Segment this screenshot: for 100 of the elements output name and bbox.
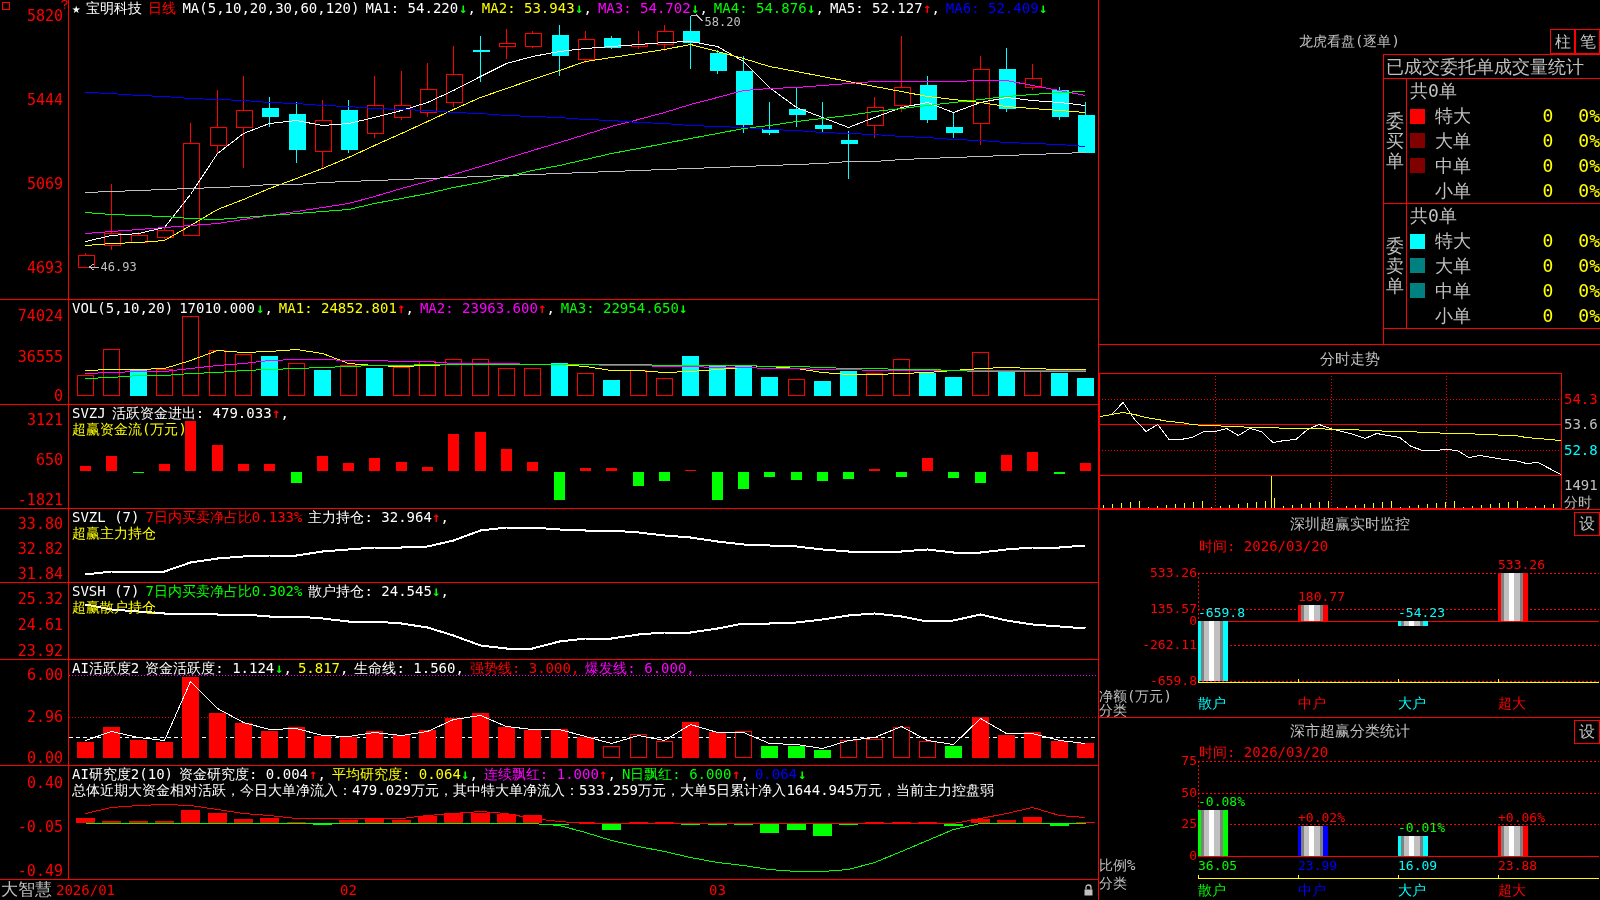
fund-flow-bar	[1027, 452, 1038, 471]
indicator-label: 资金研究度: 0.004↑,	[179, 766, 326, 782]
category-label: 中户	[1298, 695, 1326, 711]
axis-label: 6.00	[26, 667, 63, 684]
panel-title: 龙虎看盘(逐单)	[1299, 33, 1400, 51]
indicator-label: MA2: 53.943↓,	[481, 0, 592, 16]
activity-bar	[288, 727, 305, 758]
volume-bar	[1077, 378, 1094, 396]
indicator-note: 超赢资金流(万元)	[72, 421, 187, 437]
candle	[762, 101, 779, 136]
activity-bar	[814, 750, 831, 758]
volume-bar	[1051, 373, 1068, 396]
activity-bar	[156, 742, 173, 758]
volume-bar	[866, 373, 883, 396]
bar	[1298, 604, 1328, 622]
candle	[920, 75, 937, 124]
candle	[1025, 63, 1042, 91]
indicator-label: SVZJ	[72, 405, 106, 421]
indicator-label: 爆发线: 6.000,	[585, 660, 695, 676]
candle	[499, 28, 516, 60]
candle	[657, 24, 674, 52]
bar	[1398, 835, 1428, 856]
indicator-label: MA3: 54.702↓,	[597, 0, 708, 16]
axis-label: 5444	[26, 92, 63, 109]
candle	[683, 15, 700, 70]
activity-bar	[472, 713, 489, 758]
candle	[394, 70, 411, 121]
fund-flow-bar	[791, 472, 802, 480]
fund-flow-bar	[475, 432, 486, 471]
order-count: 0	[1542, 280, 1554, 301]
volume-bar	[840, 371, 857, 396]
value-label: 36.05	[1198, 859, 1238, 873]
fund-flow-bar	[975, 472, 986, 483]
section-title: 深圳超赢实时监控	[1289, 515, 1410, 533]
research-bar	[260, 818, 279, 823]
bar	[1398, 621, 1428, 627]
candle	[631, 30, 648, 50]
fund-flow-bar	[238, 464, 249, 471]
axis-label: 24.61	[17, 617, 63, 634]
order-count: 0	[1542, 180, 1554, 201]
volume-bar	[682, 356, 699, 396]
date-label: 时间: 2026/03/20	[1198, 744, 1330, 760]
settings-button[interactable]: 设	[1574, 512, 1600, 536]
category-label: 大户	[1398, 695, 1426, 711]
order-percent: 0%	[1578, 255, 1600, 276]
view-button[interactable]: 笔	[1575, 29, 1600, 54]
indicator-label: 17010.000↓,	[179, 300, 273, 316]
axis-label: 0.00	[26, 750, 63, 767]
indicator-label: 资金活跃度: 1.124↓,	[145, 660, 292, 676]
fund-flow-bar	[843, 472, 854, 479]
square-icon	[2, 2, 10, 10]
volume-bar	[998, 370, 1015, 396]
indicator-label: 7日内买卖净占比0.302%	[145, 583, 303, 599]
candle	[604, 35, 621, 50]
research-bar	[1023, 817, 1042, 823]
candle	[210, 89, 227, 154]
research-bar	[76, 818, 95, 823]
value-label: 23.88	[1498, 859, 1538, 873]
leader-arrow	[89, 263, 99, 271]
leader-line	[691, 14, 703, 22]
candle	[262, 96, 279, 128]
fund-flow-bar	[633, 472, 644, 486]
axis-label: -262.11	[1142, 638, 1197, 652]
volume-bar	[761, 377, 778, 396]
candle	[946, 111, 963, 139]
indicator-label: 7日内买卖净占比0.133%	[145, 509, 303, 525]
axis-label: 533.26	[1150, 566, 1197, 580]
volume-bar	[524, 368, 541, 396]
volume-bar	[1024, 371, 1041, 396]
candle	[999, 47, 1016, 113]
candle	[1078, 101, 1095, 154]
indicator-label: SVZL (7)	[72, 509, 140, 525]
volume-bar	[551, 363, 568, 396]
settings-button[interactable]: 设	[1574, 720, 1600, 744]
activity-bar	[998, 735, 1015, 758]
fund-flow-bar	[291, 472, 302, 483]
order-size-label: 特大	[1435, 106, 1471, 127]
view-button[interactable]: 柱	[1550, 29, 1575, 54]
research-bar	[760, 824, 779, 833]
order-size-label: 特大	[1435, 231, 1471, 252]
fund-flow-bar	[106, 456, 117, 471]
activity-bar	[77, 742, 94, 758]
activity-bar	[340, 737, 357, 758]
order-percent: 0%	[1578, 305, 1600, 326]
fund-flow-bar	[764, 472, 775, 477]
category-label: 中户	[1298, 882, 1326, 898]
activity-bar	[261, 731, 278, 758]
order-size-label: 中单	[1435, 280, 1471, 301]
indicator-label: 活跃资金进出: 479.033↑,	[111, 405, 289, 421]
activity-bar	[840, 740, 857, 758]
axis-label: 75	[1181, 754, 1197, 768]
fund-flow-bar	[896, 472, 907, 477]
activity-bar	[130, 740, 147, 758]
indicator-label: MA(5,10,20,30,60,120)	[182, 0, 360, 16]
axis-label: 32.82	[17, 541, 63, 557]
activity-bar	[682, 722, 699, 758]
candle	[578, 30, 595, 64]
activity-bar	[419, 730, 436, 758]
activity-bar	[551, 729, 568, 758]
value-label: 533.26	[1498, 558, 1545, 572]
